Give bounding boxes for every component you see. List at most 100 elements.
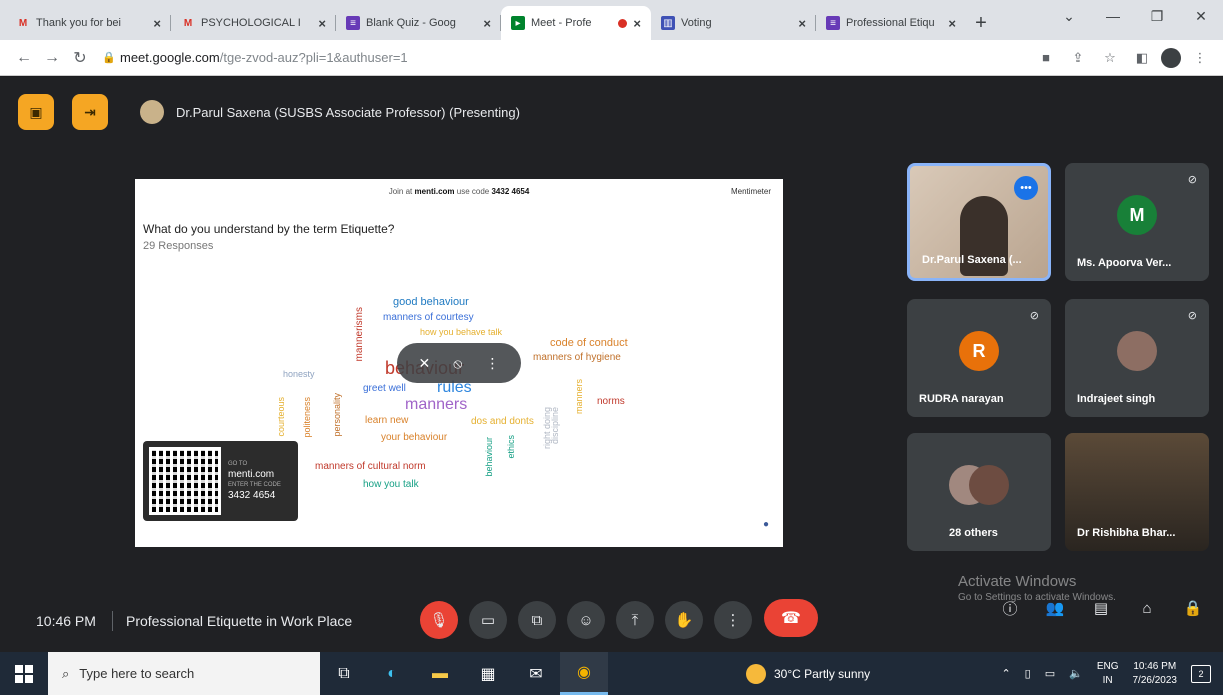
tab-professional-etiquette[interactable]: ≡ Professional Etiqu × [816,6,966,40]
participant-tile-presenter[interactable]: ••• Dr.Parul Saxena (... [907,163,1051,281]
more-options-icon[interactable]: ••• [1014,176,1038,200]
tab-meet[interactable]: ▸ Meet - Profe × [501,6,651,40]
show-hidden-icons-icon[interactable]: ⌃ [1001,667,1010,680]
windows-taskbar: ⌕ Type here to search ⧉ ◐ ▬ ▦ ✉ ◉ 30°C P… [0,652,1223,695]
volume-icon[interactable]: 🔈 [1069,667,1083,680]
qr-join-box: GO TO menti.com ENTER THE CODE 3432 4654 [143,441,298,521]
edge-icon[interactable]: ◐ [368,652,416,695]
mic-off-icon: ⊘ [1029,310,1039,322]
participant-tile-others[interactable]: 28 others [907,433,1051,551]
response-count: 29 Responses [143,240,214,252]
participant-name: 28 others [949,527,998,539]
presenter-avatar [140,100,164,124]
meeting-title: Professional Etiquette in Work Place [126,613,353,629]
close-tab-icon[interactable]: × [153,16,161,31]
tab-title: PSYCHOLOGICAL I [201,17,301,29]
avatar: M [1117,195,1157,235]
camera-in-use-icon[interactable]: ■ [1033,45,1059,71]
tab-search-icon[interactable]: ⌄ [1047,0,1091,32]
close-window-icon[interactable]: ✕ [1179,0,1223,32]
reload-icon[interactable]: ↻ [66,44,94,72]
exit-presentation-icon[interactable]: ⇥ [72,94,108,130]
pin-icon[interactable]: ✕ [419,355,431,372]
chat-icon[interactable]: ▤ [1088,595,1114,621]
microphone-toggle-button[interactable]: 🎙 [420,601,458,639]
bookmark-star-icon[interactable]: ☆ [1097,45,1123,71]
participant-tile[interactable]: Dr Rishibha Bhar... [1065,433,1209,551]
activities-icon[interactable]: ⌂ [1134,595,1160,621]
captions-button[interactable]: ⧉ [518,601,556,639]
participant-tile[interactable]: ⊘ M Ms. Apoorva Ver... [1065,163,1209,281]
new-tab-button[interactable]: + [966,6,996,40]
end-call-button[interactable]: ☎ [764,599,818,637]
presenter-name: Dr.Parul Saxena (SUSBS Associate Profess… [176,104,520,120]
chrome-icon[interactable]: ◉ [560,652,608,695]
recording-icon [618,18,628,28]
start-button[interactable] [0,652,48,695]
url-host: meet.google.com [120,50,220,65]
reactions-button[interactable]: ☺ [567,601,605,639]
back-icon[interactable]: ← [10,44,38,72]
file-explorer-icon[interactable]: ▬ [416,652,464,695]
word-cloud-word: manners of cultural norm [315,461,426,472]
word-cloud-word: manners [574,379,584,415]
clock[interactable]: 10:46 PM 7/26/2023 [1133,660,1178,688]
gmail-icon: M [18,17,28,29]
taskbar-search[interactable]: ⌕ Type here to search [48,652,320,695]
presented-slide: Join at menti.com use code 3432 4654 Men… [135,179,783,547]
word-cloud-word: manners [405,396,468,413]
camera-off-icon[interactable]: ▣ [18,94,54,130]
present-screen-button[interactable]: ⤒ [616,601,654,639]
participant-tile[interactable]: ⊘ Indrajeet singh [1065,299,1209,417]
close-tab-icon[interactable]: × [948,16,956,31]
close-tab-icon[interactable]: × [798,16,806,31]
word-cloud-word: behaviour [484,437,494,477]
partly-sunny-icon [746,663,766,684]
word-cloud-word: norms [597,396,625,407]
mute-icon[interactable]: ⦸ [453,355,462,372]
raise-hand-button[interactable]: ✋ [665,601,703,639]
notifications-icon[interactable]: 2 [1191,664,1211,683]
mic-off-icon: ⊘ [1187,310,1197,322]
tab-gmail-psychological[interactable]: M PSYCHOLOGICAL I × [171,6,336,40]
address-bar[interactable]: 🔒 meet.google.com /tge-zvod-auz?pli=1&au… [102,44,1025,72]
tab-blank-quiz[interactable]: ≡ Blank Quiz - Goog × [336,6,501,40]
more-options-icon[interactable]: ⋮ [485,355,499,372]
participant-tile[interactable]: ⊘ R RUDRA narayan [907,299,1051,417]
word-cloud-word: good behaviour [393,296,469,308]
host-controls-icon[interactable]: 🔒 [1180,595,1206,621]
side-panel-icon[interactable]: ◧ [1129,45,1155,71]
close-tab-icon[interactable]: × [633,16,641,31]
mail-icon[interactable]: ✉ [512,652,560,695]
camera-toggle-button[interactable]: ▭ [469,601,507,639]
meet-icon: ▸ [511,16,525,30]
profile-avatar[interactable] [1161,47,1181,68]
weather-text: 30°C Partly sunny [774,666,871,681]
close-tab-icon[interactable]: × [318,16,326,31]
share-icon[interactable]: ⇪ [1065,45,1091,71]
people-icon[interactable]: 👥 [1042,595,1068,621]
tab-voting[interactable]: ▥ Voting × [651,6,816,40]
meeting-info-icon[interactable]: ⓘ [997,595,1023,621]
forward-icon[interactable]: → [38,44,66,72]
close-tab-icon[interactable]: × [483,16,491,31]
weather-widget[interactable]: 30°C Partly sunny [746,663,871,684]
word-cloud-word: courteous [276,397,286,437]
url-path: /tge-zvod-auz?pli=1&authuser=1 [219,50,408,65]
more-options-button[interactable]: ⋮ [714,601,752,639]
join-instructions: Join at menti.com use code 3432 4654 [388,187,530,196]
qr-code-icon [149,447,221,515]
qr-site: menti.com [228,469,275,480]
battery-icon[interactable]: ▭ [1045,667,1055,680]
language-indicator[interactable]: ENG IN [1097,660,1119,688]
mentimeter-logo: Mentimeter [730,187,771,196]
task-view-icon[interactable]: ⧉ [320,652,368,695]
tab-gmail-thankyou[interactable]: M Thank you for bei × [6,6,171,40]
system-tray: ⌃ ▯ ▭ 🔈 ENG IN 10:46 PM 7/26/2023 2 [1001,660,1223,688]
restore-icon[interactable]: ❐ [1135,0,1179,32]
word-cloud-word: code of conduct [550,337,628,349]
minimize-icon[interactable]: — [1091,0,1135,32]
network-icon[interactable]: ▯ [1025,667,1031,680]
menu-icon[interactable]: ⋮ [1187,45,1213,71]
store-icon[interactable]: ▦ [464,652,512,695]
